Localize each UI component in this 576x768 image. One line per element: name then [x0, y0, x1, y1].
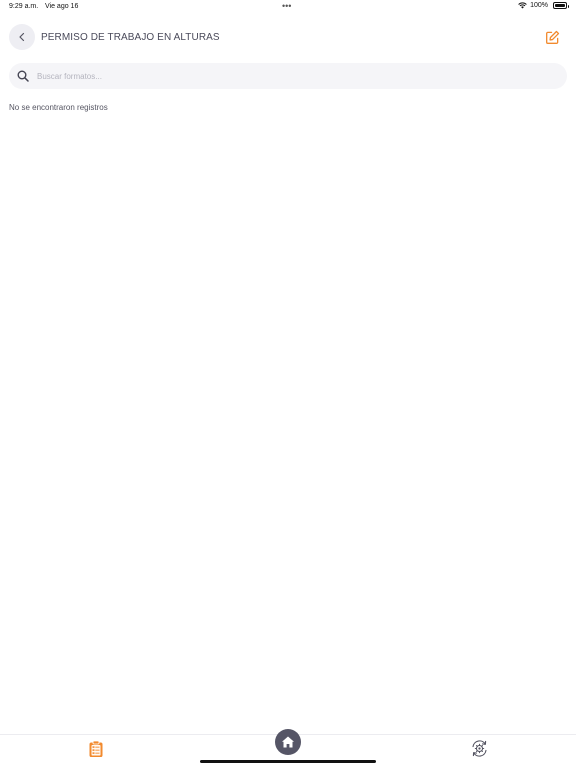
chevron-left-icon: [19, 32, 25, 42]
empty-list-message: No se encontraron registros: [9, 103, 108, 112]
page-title: PERMISO DE TRABAJO EN ALTURAS: [41, 32, 220, 43]
wifi-icon: [518, 2, 527, 9]
search-bar[interactable]: [9, 63, 567, 89]
status-indicators: 100%: [518, 2, 569, 9]
home-icon: [282, 736, 294, 748]
back-button[interactable]: [9, 24, 35, 50]
search-input[interactable]: [37, 71, 537, 81]
status-date: Vie ago 16: [45, 3, 79, 10]
home-button[interactable]: [275, 729, 301, 755]
status-time: 9:29 a.m.: [9, 3, 39, 10]
edit-icon[interactable]: [545, 30, 560, 45]
home-indicator[interactable]: [200, 760, 376, 763]
clipboard-list-icon[interactable]: [88, 740, 104, 758]
status-bar: 9:29 a.m. Vie ago 16 ••• 100%: [0, 0, 576, 14]
multitasking-dots-icon[interactable]: •••: [282, 1, 291, 11]
battery-percentage: 100%: [530, 2, 548, 9]
search-icon: [17, 70, 29, 82]
battery-icon: [553, 2, 569, 9]
header: PERMISO DE TRABAJO EN ALTURAS: [0, 24, 576, 52]
sync-settings-icon[interactable]: [470, 739, 489, 758]
